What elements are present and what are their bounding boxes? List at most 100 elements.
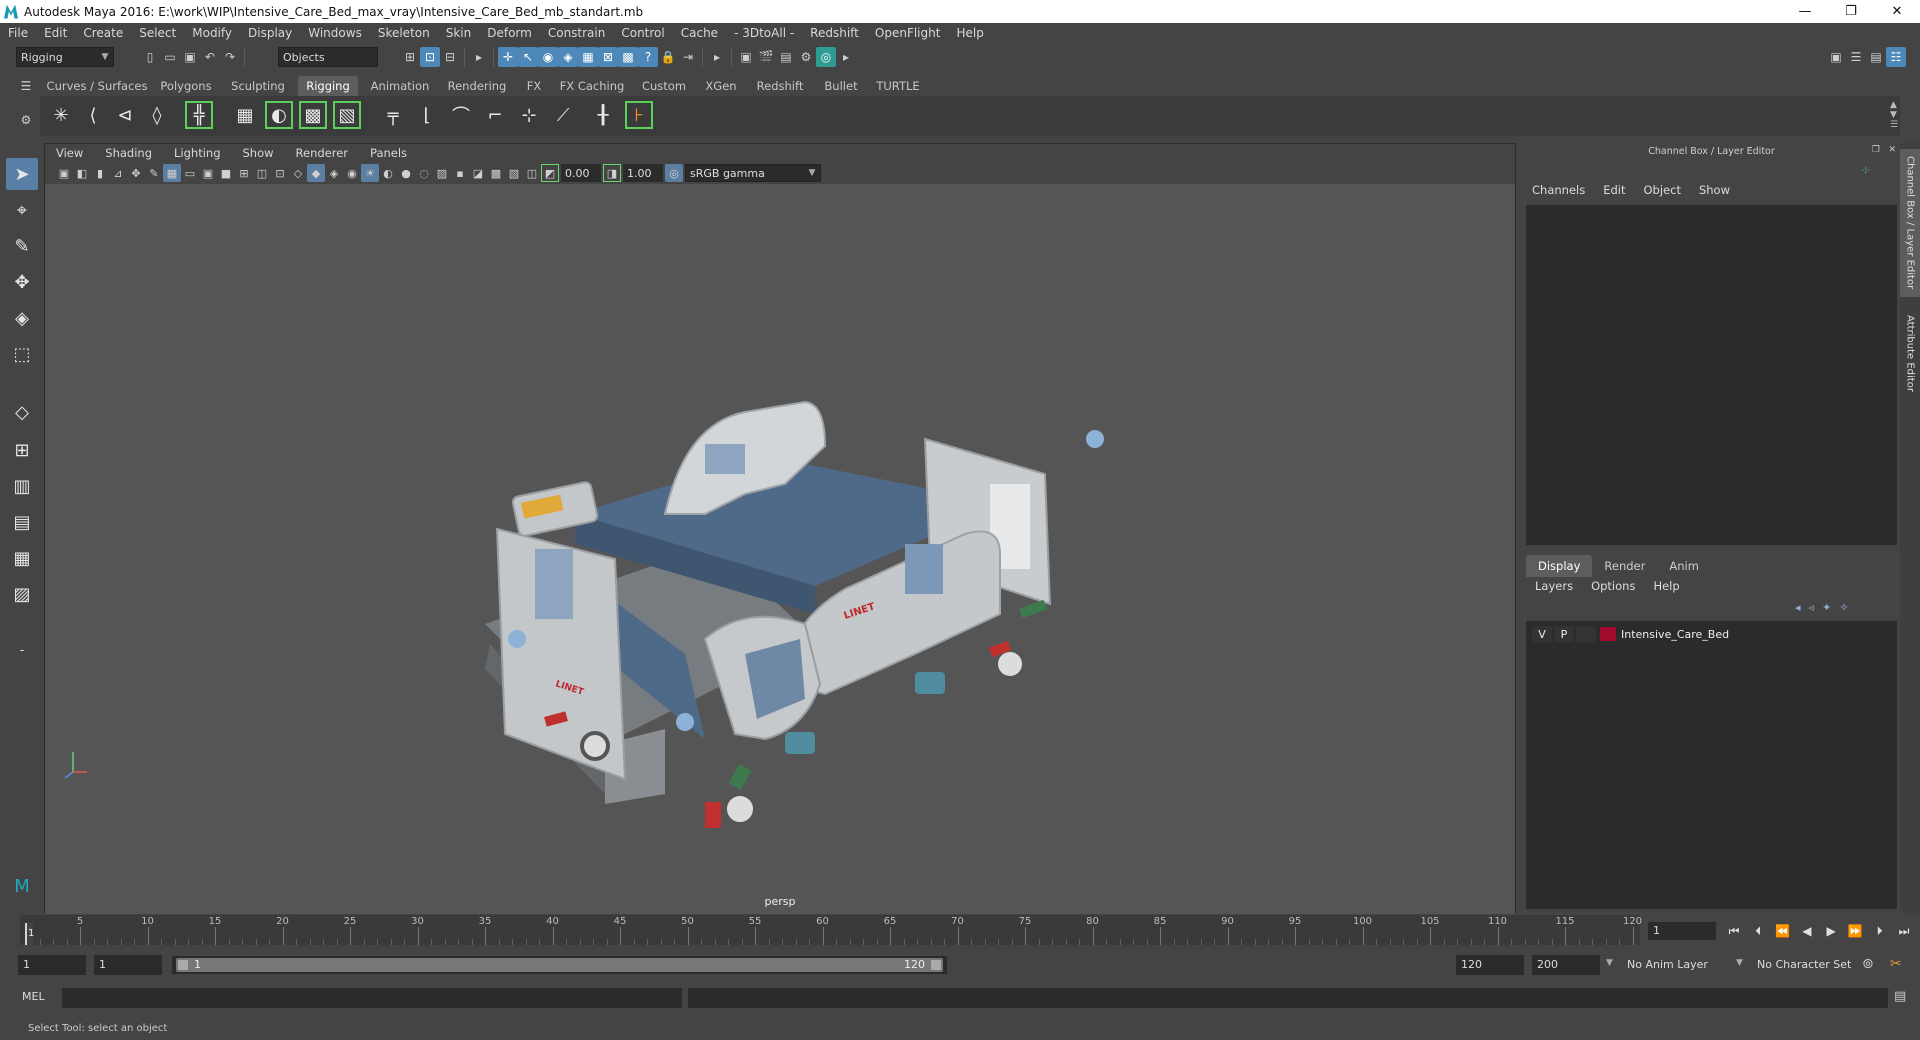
ik-spline-icon[interactable]: ⊲ [110,100,140,130]
float-panel-icon[interactable]: ❐ [1872,145,1880,155]
menu-file[interactable]: File [0,26,36,40]
step-forward-key-icon[interactable]: ⏵ [1870,924,1890,939]
tab-curves-surfaces[interactable]: Curves / Surfaces [44,76,150,96]
shelf-menu-icon[interactable]: ☰ [16,76,36,96]
set-key-icon[interactable]: ⊦ [624,100,654,130]
2d-pan-zoom-icon[interactable]: ✥ [127,164,145,182]
animation-preferences-icon[interactable]: ✂ [1890,956,1902,972]
camera-icon[interactable]: ▣ [55,164,73,182]
camera-attributes-icon[interactable]: ◧ [73,164,91,182]
cluster-icon[interactable]: ▧ [332,100,362,130]
menu-display[interactable]: Display [240,26,300,40]
attribute-editor-icon[interactable]: ☰ [1846,47,1866,67]
side-tab-attribute-editor[interactable]: Attribute Editor [1900,303,1920,403]
pole-vector-icon[interactable]: ⟋ [548,100,578,130]
new-layer-selected-icon[interactable]: ✦ [1822,601,1831,614]
xray-active-icon[interactable]: ◫ [523,164,541,182]
safe-title-icon[interactable]: ⊡ [271,164,289,182]
tool-settings-icon[interactable]: ▤ [1866,47,1886,67]
menu-select[interactable]: Select [131,26,184,40]
tab-polygons[interactable]: Polygons [154,76,218,96]
move-tool-icon[interactable]: ✥ [6,266,38,298]
use-all-lights-icon[interactable]: ☀ [361,164,379,182]
snap-point-icon[interactable]: ◉ [538,47,558,67]
side-tab-channel-box[interactable]: Channel Box / Layer Editor [1900,149,1920,297]
gamma-icon[interactable]: ◨ [603,164,621,182]
aim-constraint-icon[interactable]: ⌊ [412,100,442,130]
menu-cache[interactable]: Cache [673,26,726,40]
shelf-settings-icon[interactable]: ⚙ [16,110,36,130]
menu-3dtoall[interactable]: - 3DtoAll - [726,26,802,40]
script-editor-icon[interactable]: ▤ [1894,989,1906,1004]
step-back-frame-icon[interactable]: ⏪ [1773,924,1793,938]
lattice-icon[interactable]: ▩ [298,100,328,130]
viewport-menu-view[interactable]: View [45,146,94,160]
tab-render-layers[interactable]: Render [1592,555,1657,577]
exposure-field[interactable]: 0.00 [561,164,601,182]
viewport-menu-lighting[interactable]: Lighting [163,146,231,160]
gamma-field[interactable]: 1.00 [623,164,663,182]
snap-curve-icon[interactable]: ↖ [518,47,538,67]
menu-control[interactable]: Control [613,26,672,40]
wireframe-icon[interactable]: ◇ [289,164,307,182]
joint-tool-icon[interactable]: ✳ [46,100,76,130]
close-button[interactable]: ✕ [1874,0,1920,23]
end-time-field[interactable]: 200 [1532,955,1600,975]
film-gate-icon[interactable]: ▭ [181,164,199,182]
tab-sculpting[interactable]: Sculpting [222,76,294,96]
tab-bullet[interactable]: Bullet [816,76,866,96]
tab-turtle[interactable]: TURTLE [870,76,926,96]
paint-select-tool-icon[interactable]: ✎ [6,230,38,262]
render-current-icon[interactable]: 🎬 [756,47,776,67]
scale-tool-icon[interactable]: ⬚ [6,338,38,370]
new-scene-icon[interactable]: ▯ [140,47,160,67]
command-input[interactable] [62,988,682,1008]
tab-redshift[interactable]: Redshift [750,76,810,96]
select-hierarchy-icon[interactable]: ⊞ [400,47,420,67]
anti-aliasing-icon[interactable]: ▨ [433,164,451,182]
minimize-button[interactable]: — [1782,0,1828,23]
menu-create[interactable]: Create [75,26,131,40]
grease-pencil-icon[interactable]: ✎ [145,164,163,182]
layer-color-swatch[interactable] [1600,627,1616,641]
resolution-gate-icon[interactable]: ▣ [199,164,217,182]
tab-fx[interactable]: FX [516,76,552,96]
time-slider[interactable]: 5 10 15 20 25 30 35 40 45 50 55 60 65 70 75 80 85 90 95 100… [20,915,1642,945]
hospital-bed-model[interactable]: LINET LINET [45,184,1515,912]
channel-box-menu-object[interactable]: Object [1635,183,1690,201]
view-transform-dropdown[interactable]: sRGB gamma ▼ [685,164,821,182]
layer-visibility-toggle[interactable]: V [1532,626,1552,642]
tab-rigging[interactable]: Rigging [298,76,358,96]
tab-xgen[interactable]: XGen [698,76,744,96]
hypershade-icon[interactable]: ◎ [816,47,836,67]
undo-icon[interactable]: ↶ [200,47,220,67]
layer-name[interactable]: Intensive_Care_Bed [1621,628,1729,641]
textured-icon[interactable]: ◉ [343,164,361,182]
tab-custom[interactable]: Custom [634,76,694,96]
menu-redshift[interactable]: Redshift [802,26,867,40]
bind-skin-icon[interactable]: ▦ [230,100,260,130]
mirror-joint-icon[interactable]: ╬ [184,100,214,130]
new-layer-icon[interactable]: ✧ [1839,601,1848,614]
expand-status-icon[interactable]: ▸ [836,47,856,67]
smooth-bind-icon[interactable]: ◐ [264,100,294,130]
menu-deform[interactable]: Deform [479,26,540,40]
safe-action-icon[interactable]: ◫ [253,164,271,182]
tab-display-layers[interactable]: Display [1526,555,1593,577]
restore-button[interactable]: ❐ [1828,0,1874,23]
layer-display-type-toggle[interactable] [1576,626,1596,642]
rotate-tool-icon[interactable]: ◈ [6,302,38,334]
viewport-menu-panels[interactable]: Panels [359,146,418,160]
lock-selection-icon[interactable]: ▸ [469,47,489,67]
orient-constraint-icon[interactable]: ⌒ [446,100,476,130]
exposure-icon[interactable]: ◩ [541,164,559,182]
history-icon[interactable]: ▸ [707,47,727,67]
viewport-menu-show[interactable]: Show [232,146,285,160]
lock-icon[interactable]: 🔒 [658,47,678,67]
select-object-icon[interactable]: ⊡ [420,47,440,67]
symmetry-icon[interactable]: ? [638,47,658,67]
field-chart-icon[interactable]: ⊞ [235,164,253,182]
move-layer-up-icon[interactable]: ◂ [1795,601,1801,614]
save-scene-icon[interactable]: ▣ [180,47,200,67]
viewport-panel[interactable]: View Shading Lighting Show Renderer Pane… [44,143,1516,914]
